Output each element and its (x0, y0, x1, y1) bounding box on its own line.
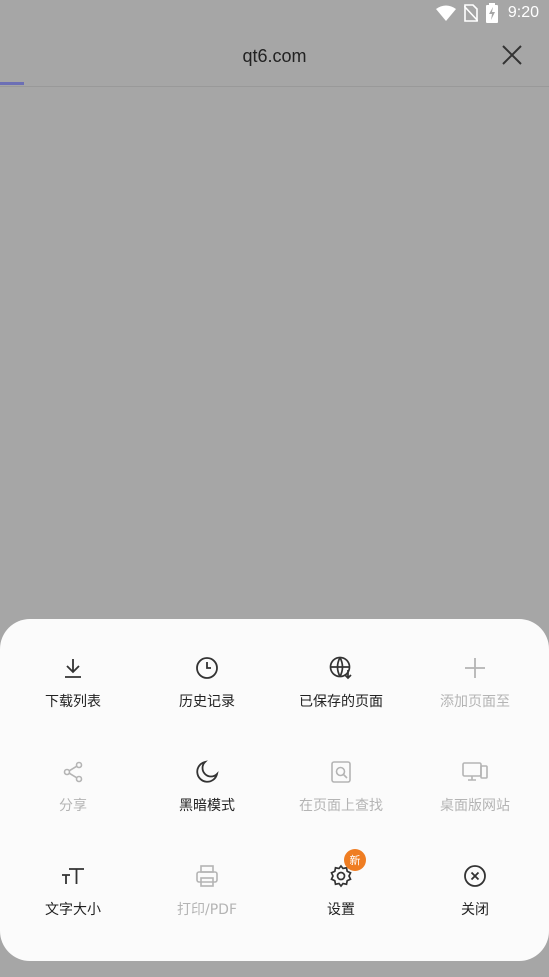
menu-item-print-pdf[interactable]: 打印/PDF (140, 863, 274, 931)
menu-item-downloads[interactable]: 下载列表 (6, 655, 140, 723)
menu-item-label: 打印/PDF (177, 902, 237, 918)
battery-charging-icon (485, 3, 498, 23)
menu-item-share[interactable]: 分享 (6, 759, 140, 827)
browser-header: qt6.com (0, 26, 549, 87)
menu-item-label: 添加页面至 (440, 694, 510, 710)
menu-item-label: 关闭 (461, 902, 489, 918)
desktop-icon (462, 759, 488, 785)
moon-icon (194, 759, 220, 785)
menu-item-text-size[interactable]: 文字大小 (6, 863, 140, 931)
menu-item-history[interactable]: 历史记录 (140, 655, 274, 723)
find-in-page-icon (328, 759, 354, 785)
status-time: 9:20 (507, 4, 539, 21)
loading-progress-bar (0, 82, 24, 85)
menu-item-settings[interactable]: 新 设置 (274, 849, 408, 931)
wifi-icon (435, 5, 456, 21)
menu-item-label: 已保存的页面 (299, 694, 383, 710)
menu-item-label: 分享 (59, 798, 87, 814)
status-icons: 9:20 (435, 3, 539, 23)
status-bar: 9:20 (0, 0, 549, 26)
menu-item-find-in-page[interactable]: 在页面上查找 (274, 759, 408, 827)
menu-item-label: 历史记录 (179, 694, 235, 710)
menu-item-label: 设置 (327, 902, 355, 918)
close-circle-icon (462, 863, 488, 889)
menu-item-add-page-to[interactable]: 添加页面至 (408, 655, 542, 723)
menu-item-saved-pages[interactable]: 已保存的页面 (274, 655, 408, 723)
text-size-icon (60, 863, 86, 889)
print-icon (194, 863, 220, 889)
gear-icon: 新 (328, 849, 366, 889)
menu-item-label: 桌面版网站 (440, 798, 510, 814)
menu-item-label: 在页面上查找 (299, 798, 383, 814)
menu-item-label: 文字大小 (45, 902, 101, 918)
menu-sheet: 下载列表 历史记录 已保存的页面 添加页面至 分享 黑暗模式 在页面上查找 桌面… (0, 619, 549, 961)
no-sim-icon (463, 4, 478, 22)
share-icon (60, 759, 86, 785)
plus-icon (462, 655, 488, 681)
clock-icon (194, 655, 220, 681)
saved-page-icon (328, 655, 354, 681)
menu-item-label: 下载列表 (45, 694, 101, 710)
menu-grid: 下载列表 历史记录 已保存的页面 添加页面至 分享 黑暗模式 在页面上查找 桌面… (0, 619, 549, 931)
download-icon (60, 655, 86, 681)
new-badge: 新 (344, 849, 366, 871)
menu-item-label: 黑暗模式 (179, 798, 235, 814)
menu-item-dark-mode[interactable]: 黑暗模式 (140, 759, 274, 827)
menu-item-desktop-site[interactable]: 桌面版网站 (408, 759, 542, 827)
menu-item-close[interactable]: 关闭 (408, 863, 542, 931)
close-tab-icon[interactable] (501, 44, 523, 66)
page-url[interactable]: qt6.com (0, 46, 549, 67)
